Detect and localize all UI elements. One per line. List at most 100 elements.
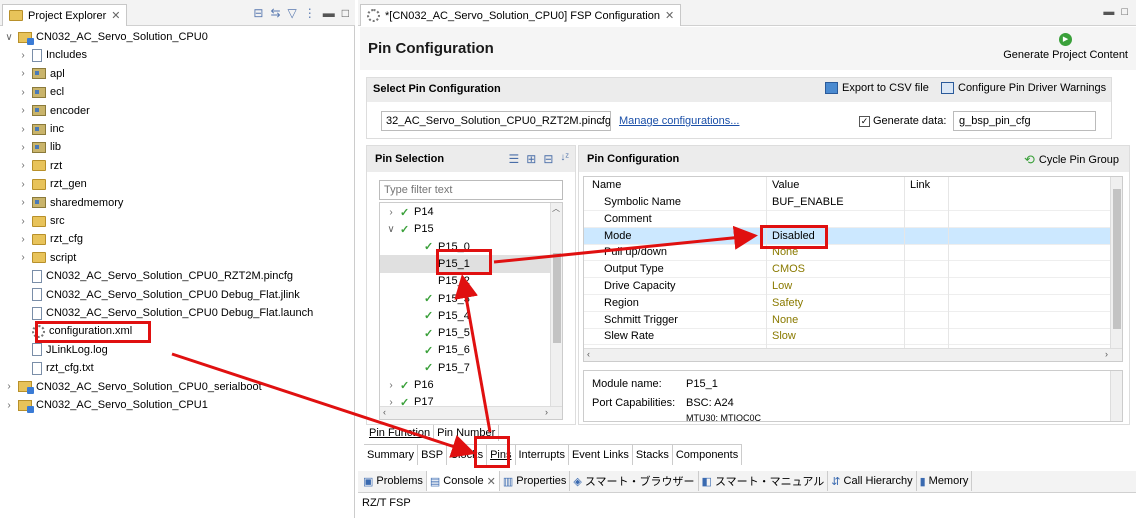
table-row[interactable]: Output Type CMOS <box>584 261 1110 279</box>
chevron-right-icon[interactable]: › <box>18 142 28 153</box>
pin-item[interactable]: ✓ P15_7 <box>380 359 550 377</box>
view-menu-icon[interactable]: ⋮ <box>304 6 316 20</box>
chevron-right-icon[interactable]: › <box>18 234 28 245</box>
table-row[interactable]: Mode Disabled <box>584 227 1110 245</box>
tab-interrupts[interactable]: Interrupts <box>516 445 569 465</box>
pin-item[interactable]: P15_1 <box>380 254 550 273</box>
configure-warnings-button[interactable]: Configure Pin Driver Warnings <box>941 82 1106 94</box>
chevron-right-icon[interactable]: › <box>18 252 28 263</box>
property-value[interactable]: Low <box>772 280 792 292</box>
explorer-item[interactable]: JLinkLog.log <box>18 341 108 359</box>
chevron-right-icon[interactable]: › <box>18 197 28 208</box>
table-row[interactable]: Drive Capacity Low <box>584 278 1110 295</box>
pin-item[interactable]: ✓ P15_4 <box>380 307 550 325</box>
export-csv-button[interactable]: Export to CSV file <box>825 82 929 94</box>
explorer-item[interactable]: › rzt_cfg <box>18 230 83 248</box>
generate-data-checkbox[interactable]: ✓ Generate data: <box>859 115 946 127</box>
pin-item[interactable]: ✓ P15_6 <box>380 341 550 359</box>
config-select[interactable]: 32_AC_Servo_Solution_CPU0_RZT2M.pincfg ⌄ <box>381 111 611 131</box>
tab-event-links[interactable]: Event Links <box>569 445 633 465</box>
close-icon[interactable]: ✕ <box>665 9 674 22</box>
pin-item[interactable]: ✓ P15_3 <box>380 290 550 308</box>
chevron-right-icon[interactable]: › <box>18 105 28 116</box>
scroll-thumb[interactable] <box>1113 189 1121 329</box>
pin-item[interactable]: › ✓ P14 <box>380 203 550 221</box>
explorer-item[interactable]: › rzt_gen <box>18 175 86 193</box>
sort-icon[interactable]: ↓ᶻ <box>560 152 569 166</box>
filter-icon[interactable]: ▽ <box>288 6 297 20</box>
tab-bottom-3[interactable]: ◈ スマート・ブラウザー <box>570 471 699 491</box>
explorer-item[interactable]: ∨ CN032_AC_Servo_Solution_CPU0 <box>4 28 208 46</box>
chevron-right-icon[interactable]: › <box>4 381 14 392</box>
tab-stacks[interactable]: Stacks <box>633 445 673 465</box>
chevron-right-icon[interactable]: › <box>386 207 396 218</box>
tab-bottom-0[interactable]: ▣ Problems <box>360 471 427 491</box>
chevron-right-icon[interactable]: › <box>18 68 28 79</box>
minimize-icon[interactable]: ▬ <box>1103 6 1114 18</box>
chevron-right-icon[interactable]: › <box>18 216 28 227</box>
collapse-all-icon[interactable]: ⊟ <box>543 152 553 166</box>
explorer-item[interactable]: › Includes <box>18 46 87 64</box>
collapse-all-icon[interactable]: ⊟ <box>253 6 263 20</box>
explorer-item[interactable]: CN032_AC_Servo_Solution_CPU0 Debug_Flat.… <box>18 286 300 304</box>
chevron-right-icon[interactable]: › <box>18 124 28 135</box>
tab-fsp-configuration[interactable]: *[CN032_AC_Servo_Solution_CPU0] FSP Conf… <box>360 4 682 26</box>
tab-project-explorer[interactable]: Project Explorer ✕ <box>2 4 128 26</box>
explorer-item[interactable]: › script <box>18 249 76 267</box>
explorer-item[interactable]: configuration.xml <box>18 322 132 340</box>
manage-configurations-link[interactable]: Manage configurations... <box>619 115 739 127</box>
pin-item[interactable]: › ✓ P16 <box>380 376 550 394</box>
close-icon[interactable]: ✕ <box>111 9 120 22</box>
explorer-item[interactable]: › rzt <box>18 157 62 175</box>
property-value[interactable]: CMOS <box>772 263 805 275</box>
explorer-item[interactable]: › sharedmemory <box>18 194 123 212</box>
table-row[interactable]: Schmitt Trigger None <box>584 312 1110 329</box>
property-value[interactable]: None <box>772 246 798 258</box>
explorer-item[interactable]: CN032_AC_Servo_Solution_CPU0 Debug_Flat.… <box>18 304 313 322</box>
generate-project-button[interactable]: ▶ Generate Project Content <box>1003 33 1128 61</box>
explorer-item[interactable]: › encoder <box>18 102 89 120</box>
chevron-right-icon[interactable]: › <box>4 400 14 411</box>
tab-clocks[interactable]: Clocks <box>447 445 488 465</box>
cycle-pin-group-button[interactable]: ⟲ Cycle Pin Group <box>1024 152 1119 168</box>
pin-tree-hscroll[interactable]: ‹ › <box>380 406 562 419</box>
property-value[interactable]: None <box>772 314 798 326</box>
table-hscroll[interactable]: ‹ › <box>584 348 1122 361</box>
explorer-item[interactable]: › CN032_AC_Servo_Solution_CPU0_serialboot <box>4 378 262 396</box>
tab-pin-function[interactable]: Pin Function <box>366 425 435 441</box>
tab-bottom-5[interactable]: ⇵ Call Hierarchy <box>828 471 917 491</box>
property-value[interactable]: Slow <box>772 330 796 342</box>
tab-bsp[interactable]: BSP <box>418 445 448 465</box>
close-icon[interactable]: ✕ <box>487 475 496 488</box>
tab-pin-number[interactable]: Pin Number <box>434 425 500 441</box>
table-row[interactable]: Region Safety <box>584 295 1110 312</box>
maximize-icon[interactable]: □ <box>342 6 349 20</box>
tab-bottom-2[interactable]: ▥ Properties <box>500 471 571 491</box>
chevron-down-icon[interactable]: ∨ <box>386 224 396 235</box>
table-row[interactable]: Comment <box>584 211 1110 228</box>
chevron-right-icon[interactable]: › <box>18 160 28 171</box>
explorer-item[interactable]: rzt_cfg.txt <box>18 359 94 377</box>
info-scrollbar[interactable] <box>1110 371 1122 421</box>
expand-all-icon[interactable]: ⊞ <box>526 152 536 166</box>
pin-tree-scrollbar[interactable]: ︿ <box>550 203 562 407</box>
scroll-thumb[interactable] <box>553 253 561 343</box>
pin-item[interactable]: ∨ ✓ P15 <box>380 220 550 238</box>
chevron-right-icon[interactable]: › <box>18 179 28 190</box>
table-row[interactable]: Symbolic Name BUF_ENABLE <box>584 194 1110 211</box>
pin-item[interactable]: ✓ P15_0 <box>380 238 550 256</box>
chevron-right-icon[interactable]: › <box>18 50 28 61</box>
pin-item[interactable]: ✓ P15_5 <box>380 324 550 342</box>
tab-bottom-4[interactable]: ◧ スマート・マニュアル <box>699 471 829 491</box>
explorer-item[interactable]: › ecl <box>18 83 64 101</box>
chevron-right-icon[interactable]: › <box>386 380 396 391</box>
property-value[interactable]: Disabled <box>772 230 815 242</box>
explorer-item[interactable]: › src <box>18 212 64 230</box>
tab-bottom-6[interactable]: ▮ Memory <box>917 471 973 491</box>
explorer-item[interactable]: › CN032_AC_Servo_Solution_CPU1 <box>4 396 208 414</box>
table-row[interactable]: Pull up/down None <box>584 244 1110 262</box>
property-value[interactable]: Safety <box>772 297 803 309</box>
explorer-item[interactable]: › apl <box>18 65 64 83</box>
maximize-icon[interactable]: □ <box>1121 6 1128 18</box>
list-view-icon[interactable]: ☰ <box>509 152 520 166</box>
